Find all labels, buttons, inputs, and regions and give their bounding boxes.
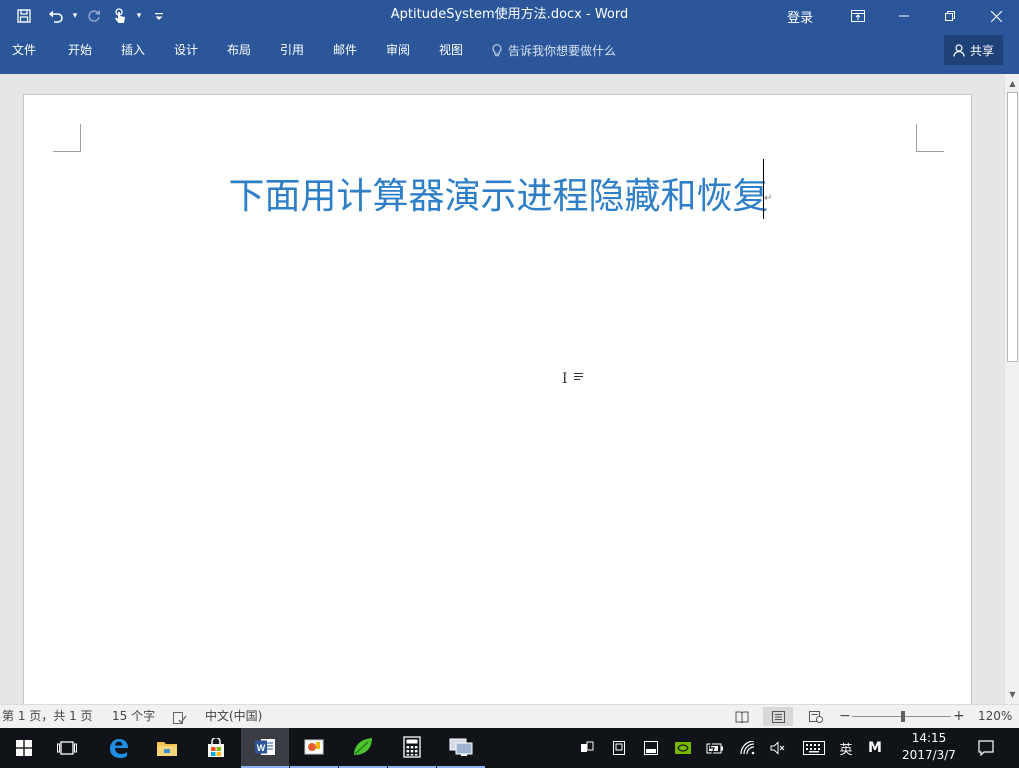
share-label: 共享 (969, 43, 994, 58)
language-indicator[interactable]: 中文(中国) (205, 705, 262, 729)
tab-references[interactable]: 引用 (280, 32, 304, 68)
start-icon[interactable] (0, 728, 48, 768)
restore-icon[interactable] (927, 0, 973, 32)
svg-text:W: W (257, 743, 266, 753)
tab-view[interactable]: 视图 (439, 32, 463, 68)
word-count[interactable]: 15 个字 (112, 705, 155, 729)
document-area[interactable]: 下面用计算器演示进程隐藏和恢复 ↵ I (0, 74, 1004, 704)
store-icon[interactable] (192, 728, 240, 768)
proofing-icon[interactable] (173, 710, 187, 724)
tab-layout[interactable]: 布局 (227, 32, 251, 68)
storage-icon[interactable] (639, 728, 663, 768)
click-type-indicator-icon (574, 373, 583, 382)
zoom-level[interactable]: 120% (978, 705, 1012, 729)
tell-me-box[interactable]: 告诉我你想要做什么 (492, 32, 616, 68)
tab-mailings[interactable]: 邮件 (333, 32, 357, 68)
quick-access-toolbar: ▾ ▾ (0, 0, 166, 32)
tab-home[interactable]: 开始 (68, 32, 92, 68)
scroll-up-icon[interactable]: ▲ (1005, 76, 1019, 91)
wifi-icon[interactable] (735, 728, 761, 768)
ribbon-display-options-icon[interactable] (835, 0, 881, 32)
zoom-out-button[interactable]: − (839, 705, 851, 729)
page-count[interactable]: 第 1 页，共 1 页 (2, 705, 93, 729)
taskbar: W 英 M 14:15 2017/3/7 (0, 728, 1019, 768)
margin-corner-top-right (916, 124, 944, 152)
vertical-scrollbar[interactable]: ▲ ▼ (1004, 74, 1019, 704)
document-heading[interactable]: 下面用计算器演示进程隐藏和恢复 (24, 167, 973, 219)
touch-mode-dropdown-icon[interactable]: ▾ (132, 0, 146, 32)
customize-qat-icon[interactable] (152, 0, 166, 32)
status-bar: 第 1 页，共 1 页 15 个字 中文(中国) − + 120% (0, 704, 1019, 728)
redo-icon[interactable] (82, 0, 106, 32)
task-view-icon[interactable] (43, 728, 91, 768)
lightbulb-icon (492, 43, 502, 56)
undo-icon[interactable] (44, 0, 68, 32)
clock-time: 14:15 (911, 731, 947, 745)
title-bar: ▾ ▾ AptitudeSystem使用方法.docx - Word 登录 (0, 0, 1019, 32)
battery-icon[interactable] (703, 728, 727, 768)
file-explorer-icon[interactable] (143, 728, 191, 768)
word-icon[interactable]: W (241, 728, 289, 768)
remote-desktop-icon[interactable] (437, 728, 485, 768)
volume-muted-icon[interactable] (766, 728, 790, 768)
margin-corner-top-left (53, 124, 81, 152)
close-icon[interactable] (973, 0, 1019, 32)
undo-dropdown-icon[interactable]: ▾ (68, 0, 82, 32)
calculator-icon[interactable] (388, 728, 436, 768)
tab-design[interactable]: 设计 (174, 32, 198, 68)
leaf-app-icon[interactable] (339, 728, 387, 768)
touch-mode-icon[interactable] (108, 0, 132, 32)
network-share-icon[interactable] (575, 728, 599, 768)
tell-me-label: 告诉我你想要做什么 (508, 43, 617, 58)
paint-icon[interactable] (290, 728, 338, 768)
web-layout-icon[interactable] (801, 707, 831, 726)
text-cursor (763, 159, 764, 219)
system-clock[interactable]: 14:15 2017/3/7 (893, 730, 965, 766)
print-layout-icon[interactable] (763, 707, 793, 726)
zoom-in-button[interactable]: + (953, 705, 965, 729)
zoom-slider-thumb[interactable] (901, 711, 905, 722)
signin-link[interactable]: 登录 (787, 7, 813, 26)
save-icon[interactable] (12, 0, 36, 32)
scroll-down-icon[interactable]: ▼ (1005, 687, 1019, 702)
tab-insert[interactable]: 插入 (121, 32, 145, 68)
read-mode-icon[interactable] (727, 707, 757, 726)
edge-icon[interactable] (94, 728, 142, 768)
ibeam-cursor-icon: I (562, 371, 568, 387)
share-button[interactable]: 共享 (944, 35, 1003, 65)
ime-language[interactable]: 英 (834, 728, 858, 768)
minimize-icon[interactable] (881, 0, 927, 32)
touch-keyboard-icon[interactable] (799, 728, 829, 768)
tab-review[interactable]: 审阅 (386, 32, 410, 68)
ime-mode[interactable]: M (862, 728, 888, 768)
nvidia-icon[interactable] (671, 728, 695, 768)
clock-date: 2017/3/7 (902, 748, 956, 762)
tablet-icon[interactable] (607, 728, 631, 768)
tab-file[interactable]: 文件 (12, 32, 36, 68)
paragraph-mark: ↵ (764, 193, 773, 204)
document-page[interactable]: 下面用计算器演示进程隐藏和恢复 ↵ I (23, 94, 972, 704)
ribbon-tabs: 文件 开始 插入 设计 布局 引用 邮件 审阅 视图 告诉我你想要做什么 共享 (0, 32, 1019, 74)
action-center-icon[interactable] (971, 728, 1001, 768)
scroll-thumb[interactable] (1007, 92, 1018, 362)
person-icon (953, 43, 965, 57)
